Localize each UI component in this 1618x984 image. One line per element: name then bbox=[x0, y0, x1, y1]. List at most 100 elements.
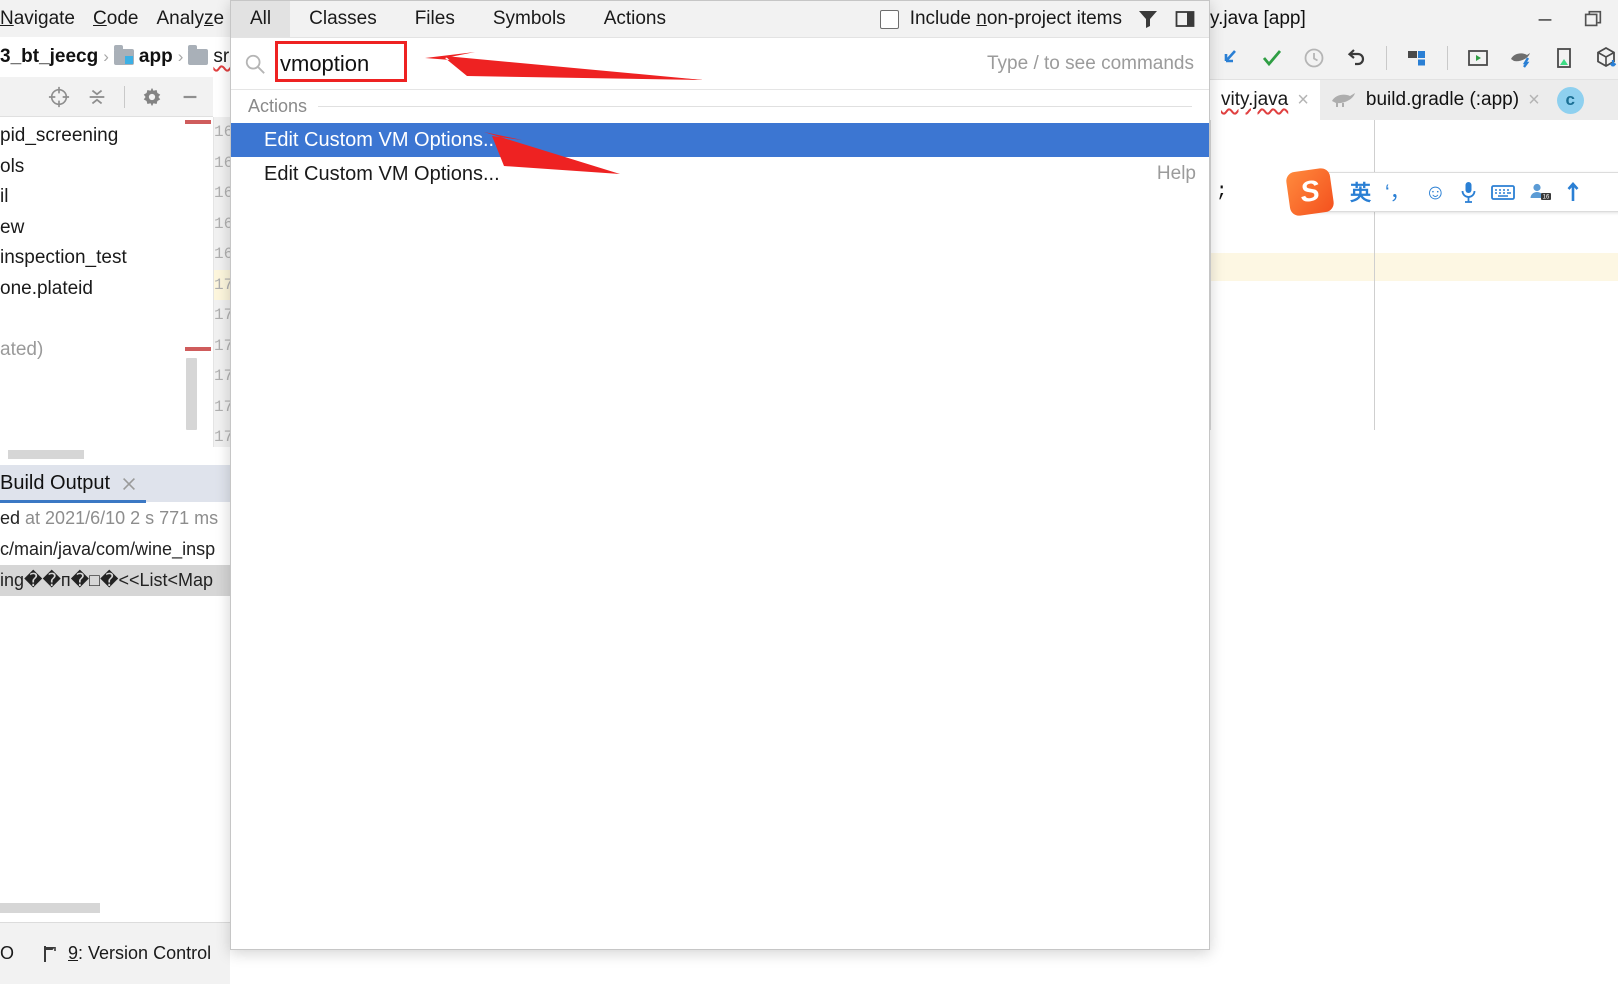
editor-tab-label: vity.java bbox=[1221, 89, 1289, 110]
avd-manager-icon[interactable] bbox=[1552, 46, 1576, 70]
gear-icon[interactable] bbox=[141, 86, 163, 108]
tab-files[interactable]: Files bbox=[396, 1, 474, 37]
line-number: 16 bbox=[214, 184, 230, 202]
editor-area[interactable]: ; bbox=[1210, 120, 1618, 430]
tree-item[interactable]: ated) bbox=[0, 335, 195, 366]
editor-marker-stripe bbox=[185, 120, 211, 124]
run-icon[interactable] bbox=[1466, 46, 1490, 70]
close-icon[interactable]: × bbox=[1528, 89, 1540, 112]
menu-code[interactable]: Code bbox=[93, 8, 138, 30]
checkbox-label-after: on-project items bbox=[986, 8, 1122, 29]
close-icon[interactable]: × bbox=[1297, 89, 1309, 112]
sogou-logo-icon[interactable]: S bbox=[1285, 167, 1335, 217]
window-title: y.java [app] bbox=[1210, 7, 1306, 29]
editor-highlighted-line bbox=[1211, 253, 1618, 281]
version-control-label: : Version Control bbox=[78, 943, 212, 963]
checkbox-box[interactable] bbox=[879, 9, 899, 29]
menu-navigate[interactable]: NNavigateavigate bbox=[0, 8, 75, 30]
user-profile-icon[interactable]: 16 bbox=[1529, 182, 1552, 202]
search-input[interactable] bbox=[280, 50, 973, 77]
voice-input-icon[interactable] bbox=[1460, 181, 1477, 203]
search-hint: Type / to see commands bbox=[987, 52, 1194, 74]
tree-item[interactable]: pid_screening bbox=[0, 121, 195, 152]
result-item-edit-custom-vm-options-2[interactable]: Edit Custom VM Options... Help bbox=[231, 157, 1209, 191]
line-number: 17 bbox=[214, 367, 230, 385]
language-mode-icon[interactable]: 英 bbox=[1350, 177, 1371, 207]
build-line-time: at 2021/6/10 bbox=[20, 508, 131, 528]
menu-bar: NNavigateavigate Code Analyze bbox=[0, 0, 240, 37]
breadcrumb-item-project[interactable]: 3_bt_jeecg bbox=[0, 46, 98, 68]
search-everywhere-popup: All Classes Files Symbols Actions Includ… bbox=[230, 0, 1210, 950]
close-icon[interactable] bbox=[120, 475, 138, 493]
project-tree[interactable]: pid_screening ols il ew inspection_test … bbox=[0, 117, 195, 447]
editor-tab-vity-java[interactable]: vity.java × bbox=[1210, 80, 1320, 120]
tree-item[interactable]: il bbox=[0, 182, 195, 213]
build-output-body: ed at 2021/6/10 2 s 771 ms c/main/java/c… bbox=[0, 503, 230, 918]
collapse-all-icon[interactable] bbox=[86, 86, 108, 108]
tab-classes[interactable]: Classes bbox=[290, 1, 396, 37]
line-number: 17 bbox=[214, 269, 230, 300]
search-everywhere-search-row: Type / to see commands bbox=[231, 38, 1209, 90]
build-line-status: ed bbox=[0, 508, 21, 528]
rollback-undo-icon[interactable] bbox=[1344, 46, 1368, 70]
toolbar-divider bbox=[1386, 46, 1387, 70]
history-clock-icon[interactable] bbox=[1302, 46, 1326, 70]
minimize-panel-icon[interactable] bbox=[179, 86, 201, 108]
project-toolbar bbox=[0, 77, 213, 117]
tab-all[interactable]: All bbox=[231, 1, 291, 37]
soft-keyboard-icon[interactable] bbox=[1491, 184, 1516, 201]
editor-tab-build-gradle[interactable]: build.gradle (:app) × bbox=[1320, 80, 1551, 120]
breadcrumb-separator: › bbox=[177, 47, 184, 66]
tab-symbols[interactable]: Symbols bbox=[474, 1, 585, 37]
build-output-line: c/main/java/com/wine_insp bbox=[0, 539, 216, 559]
line-number: 16 bbox=[214, 123, 230, 141]
tree-item[interactable]: ew bbox=[0, 213, 195, 244]
punctuation-icon[interactable]: ‘， bbox=[1385, 182, 1411, 203]
include-non-project-items-checkbox[interactable]: Include non-project items bbox=[879, 8, 1122, 30]
commit-check-icon[interactable] bbox=[1260, 46, 1284, 70]
tree-horizontal-scrollbar[interactable] bbox=[0, 447, 213, 461]
line-number: 17 bbox=[214, 397, 230, 416]
sdk-manager-icon[interactable] bbox=[1594, 46, 1618, 70]
tree-item[interactable]: inspection_test bbox=[0, 243, 195, 274]
editor-tab-overflow[interactable]: c bbox=[1551, 80, 1584, 120]
minimize-button[interactable] bbox=[1534, 8, 1556, 30]
locate-target-icon[interactable] bbox=[48, 86, 70, 108]
menu-analyze[interactable]: Analyze bbox=[156, 8, 224, 30]
branch-icon bbox=[44, 945, 56, 962]
editor-code-fragment: ; bbox=[1216, 180, 1228, 202]
update-project-icon[interactable] bbox=[1218, 46, 1242, 70]
result-group-header-actions: Actions bbox=[231, 90, 1209, 123]
result-item-label: Edit Custom VM Options... bbox=[264, 128, 500, 151]
line-number: 17 bbox=[214, 336, 230, 355]
tree-gutter bbox=[195, 117, 213, 447]
folder-icon bbox=[188, 45, 209, 65]
tree-item[interactable]: ols bbox=[0, 152, 195, 183]
project-structure-icon[interactable] bbox=[1405, 46, 1429, 70]
build-output-horizontal-scrollbar[interactable] bbox=[0, 900, 230, 914]
checkbox-label-before: Include bbox=[909, 8, 977, 29]
build-output-line[interactable]: ing��п�□�<<List<Map bbox=[0, 565, 230, 596]
breadcrumb-item-app[interactable]: app bbox=[139, 46, 173, 68]
result-group-label: Actions bbox=[248, 96, 308, 116]
line-number: 16 bbox=[214, 245, 230, 263]
emoji-icon[interactable]: ☺ bbox=[1425, 182, 1446, 203]
tree-scrollbar-thumb[interactable] bbox=[186, 358, 197, 430]
sogou-ime-toolbar[interactable]: S 英 ‘， ☺ 16 bbox=[1285, 167, 1618, 217]
gradle-sync-icon[interactable] bbox=[1508, 46, 1534, 70]
filter-funnel-icon[interactable] bbox=[1137, 8, 1159, 30]
breadcrumb: 3_bt_jeecg › app › src bbox=[0, 37, 240, 77]
editor-line-number-gutter: 16 16 16 16 16 17 17 17 17 17 17 bbox=[213, 117, 230, 447]
tab-actions[interactable]: Actions bbox=[585, 1, 685, 37]
build-output-line: ed at 2021/6/10 2 s 771 ms bbox=[0, 503, 230, 534]
tab-overflow-badge: c bbox=[1556, 86, 1584, 114]
toolbox-icon[interactable] bbox=[1566, 182, 1580, 202]
restore-button[interactable] bbox=[1582, 8, 1604, 30]
vcs-toolbar bbox=[1210, 37, 1618, 80]
version-control-button[interactable]: 9: Version Control bbox=[42, 943, 211, 964]
result-item-edit-custom-vm-options-1[interactable]: Edit Custom VM Options... bbox=[231, 123, 1209, 157]
build-output-header[interactable]: Build Output bbox=[0, 465, 230, 502]
editor-tab-label: build.gradle (:app) bbox=[1365, 89, 1520, 110]
preview-panel-icon[interactable] bbox=[1174, 8, 1196, 30]
tree-item[interactable]: one.plateid bbox=[0, 274, 195, 305]
